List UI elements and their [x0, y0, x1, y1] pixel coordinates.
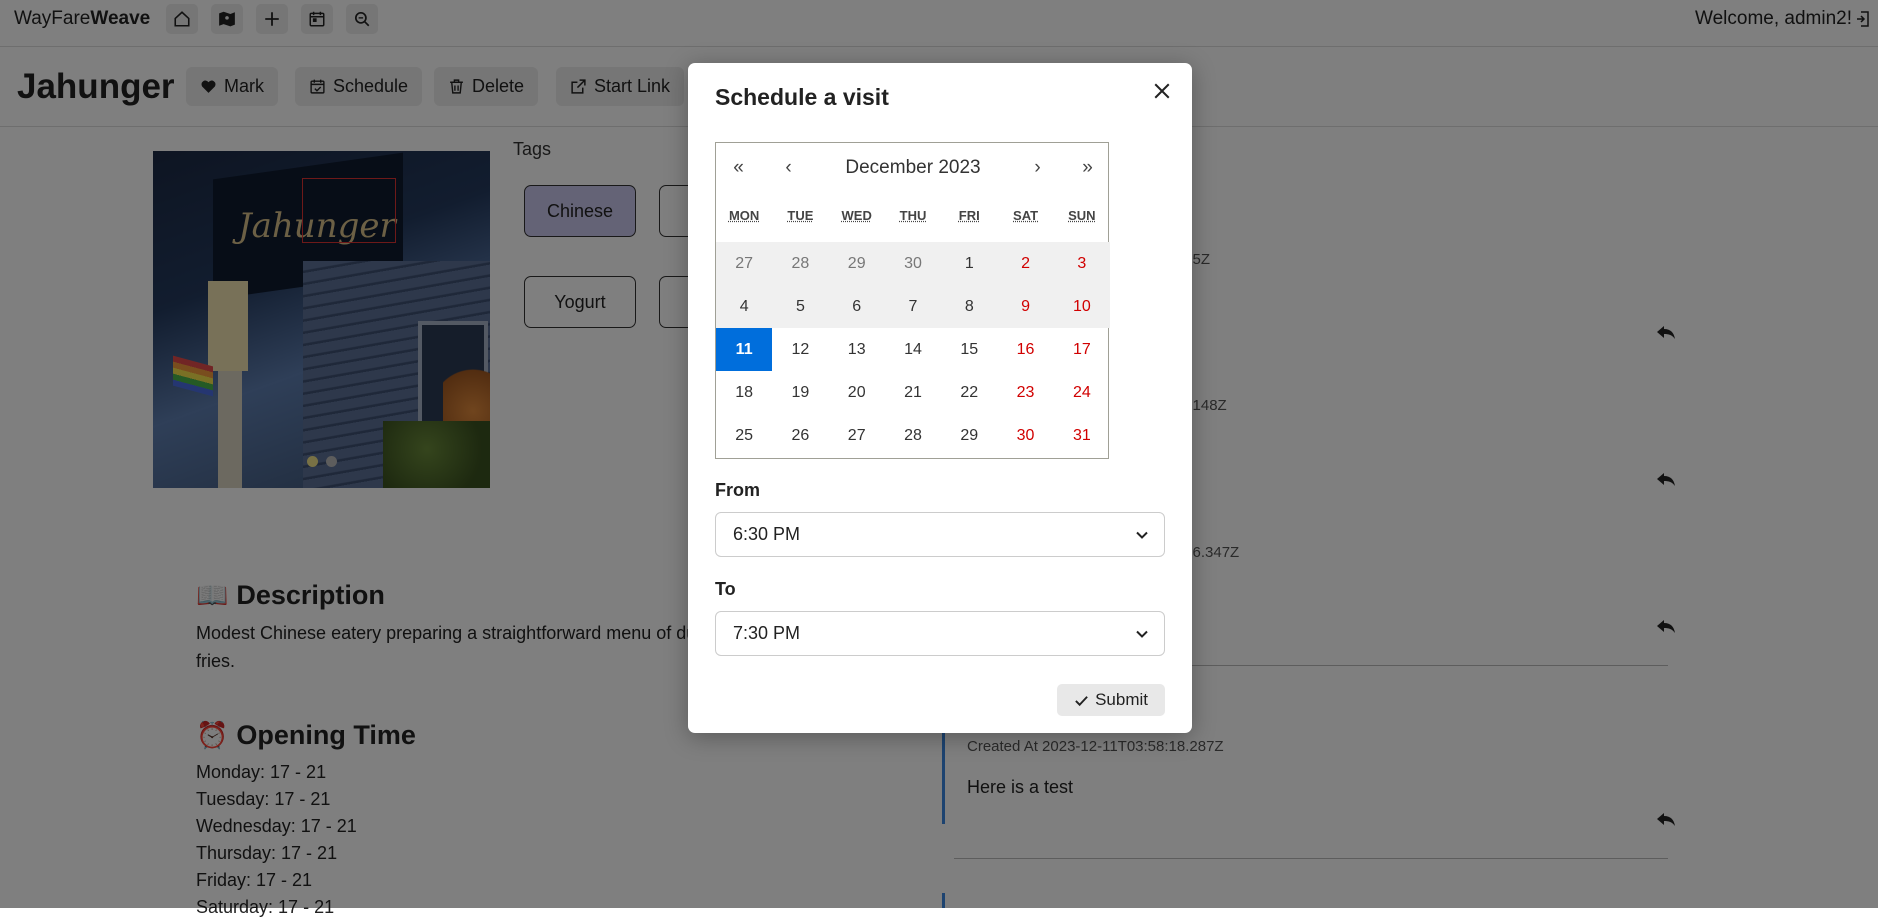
calendar-day[interactable]: 1 [941, 242, 997, 285]
calendar-day[interactable]: 4 [716, 285, 772, 328]
to-time-value: 7:30 PM [733, 623, 800, 644]
calendar-month-label[interactable]: December 2023 [811, 143, 1015, 193]
calendar-day[interactable]: 16 [997, 328, 1053, 371]
calendar-day[interactable]: 23 [997, 371, 1053, 414]
calendar-weekdays: MON TUE WED THU FRI SAT SUN [716, 208, 1110, 223]
calendar-day[interactable]: 24 [1054, 371, 1110, 414]
chevron-down-icon [1135, 627, 1149, 641]
modal-title: Schedule a visit [715, 84, 889, 111]
calendar-day[interactable]: 29 [941, 414, 997, 457]
calendar-day[interactable]: 9 [997, 285, 1053, 328]
weekday-label: THU [885, 208, 941, 223]
weekday-label: FRI [941, 208, 997, 223]
calendar-day[interactable]: 13 [829, 328, 885, 371]
close-icon [1153, 82, 1171, 100]
close-button[interactable] [1150, 79, 1174, 103]
calendar-day[interactable]: 3 [1054, 242, 1110, 285]
schedule-visit-modal: Schedule a visit « ‹ December 2023 › » M… [688, 63, 1192, 733]
to-time-select[interactable]: 7:30 PM [715, 611, 1165, 656]
calendar-day[interactable]: 25 [716, 414, 772, 457]
weekday-label: SAT [997, 208, 1053, 223]
calendar-day[interactable]: 5 [772, 285, 828, 328]
calendar-day[interactable]: 6 [829, 285, 885, 328]
from-time-value: 6:30 PM [733, 524, 800, 545]
calendar-day[interactable]: 19 [772, 371, 828, 414]
calendar-day[interactable]: 10 [1054, 285, 1110, 328]
weekday-label: SUN [1054, 208, 1110, 223]
calendar-day[interactable]: 29 [829, 242, 885, 285]
calendar-day[interactable]: 15 [941, 328, 997, 371]
weekday-label: MON [716, 208, 772, 223]
calendar-day[interactable]: 27 [716, 242, 772, 285]
calendar-day[interactable]: 31 [1054, 414, 1110, 457]
submit-button[interactable]: Submit [1057, 684, 1165, 716]
calendar-day[interactable]: 2 [997, 242, 1053, 285]
prev-year-button[interactable]: « [716, 143, 761, 193]
calendar-day[interactable]: 20 [829, 371, 885, 414]
calendar-day[interactable]: 8 [941, 285, 997, 328]
calendar-day[interactable]: 28 [885, 414, 941, 457]
calendar-day[interactable]: 30 [885, 242, 941, 285]
calendar-day[interactable]: 7 [885, 285, 941, 328]
weekday-label: WED [829, 208, 885, 223]
calendar-day[interactable]: 22 [941, 371, 997, 414]
check-icon [1074, 693, 1089, 708]
calendar-day[interactable]: 26 [772, 414, 828, 457]
from-time-select[interactable]: 6:30 PM [715, 512, 1165, 557]
calendar-day[interactable]: 30 [997, 414, 1053, 457]
calendar-day[interactable]: 12 [772, 328, 828, 371]
from-label: From [715, 480, 760, 501]
weekday-label: TUE [772, 208, 828, 223]
next-year-button[interactable]: » [1065, 143, 1110, 193]
submit-label: Submit [1095, 690, 1148, 710]
calendar-day[interactable]: 18 [716, 371, 772, 414]
calendar-day[interactable]: 28 [772, 242, 828, 285]
chevron-down-icon [1135, 528, 1149, 542]
calendar-day[interactable]: 14 [885, 328, 941, 371]
to-label: To [715, 579, 736, 600]
calendar-day[interactable]: 27 [829, 414, 885, 457]
calendar-day[interactable]: 21 [885, 371, 941, 414]
next-month-button[interactable]: › [1015, 143, 1060, 193]
prev-month-button[interactable]: ‹ [766, 143, 811, 193]
calendar: « ‹ December 2023 › » MON TUE WED THU FR… [715, 142, 1109, 459]
calendar-day[interactable]: 17 [1054, 328, 1110, 371]
calendar-days: 27 28 29 30 1 2 3 4 5 6 7 8 9 10 11 12 1… [716, 242, 1110, 457]
calendar-day-selected[interactable]: 11 [716, 328, 772, 371]
